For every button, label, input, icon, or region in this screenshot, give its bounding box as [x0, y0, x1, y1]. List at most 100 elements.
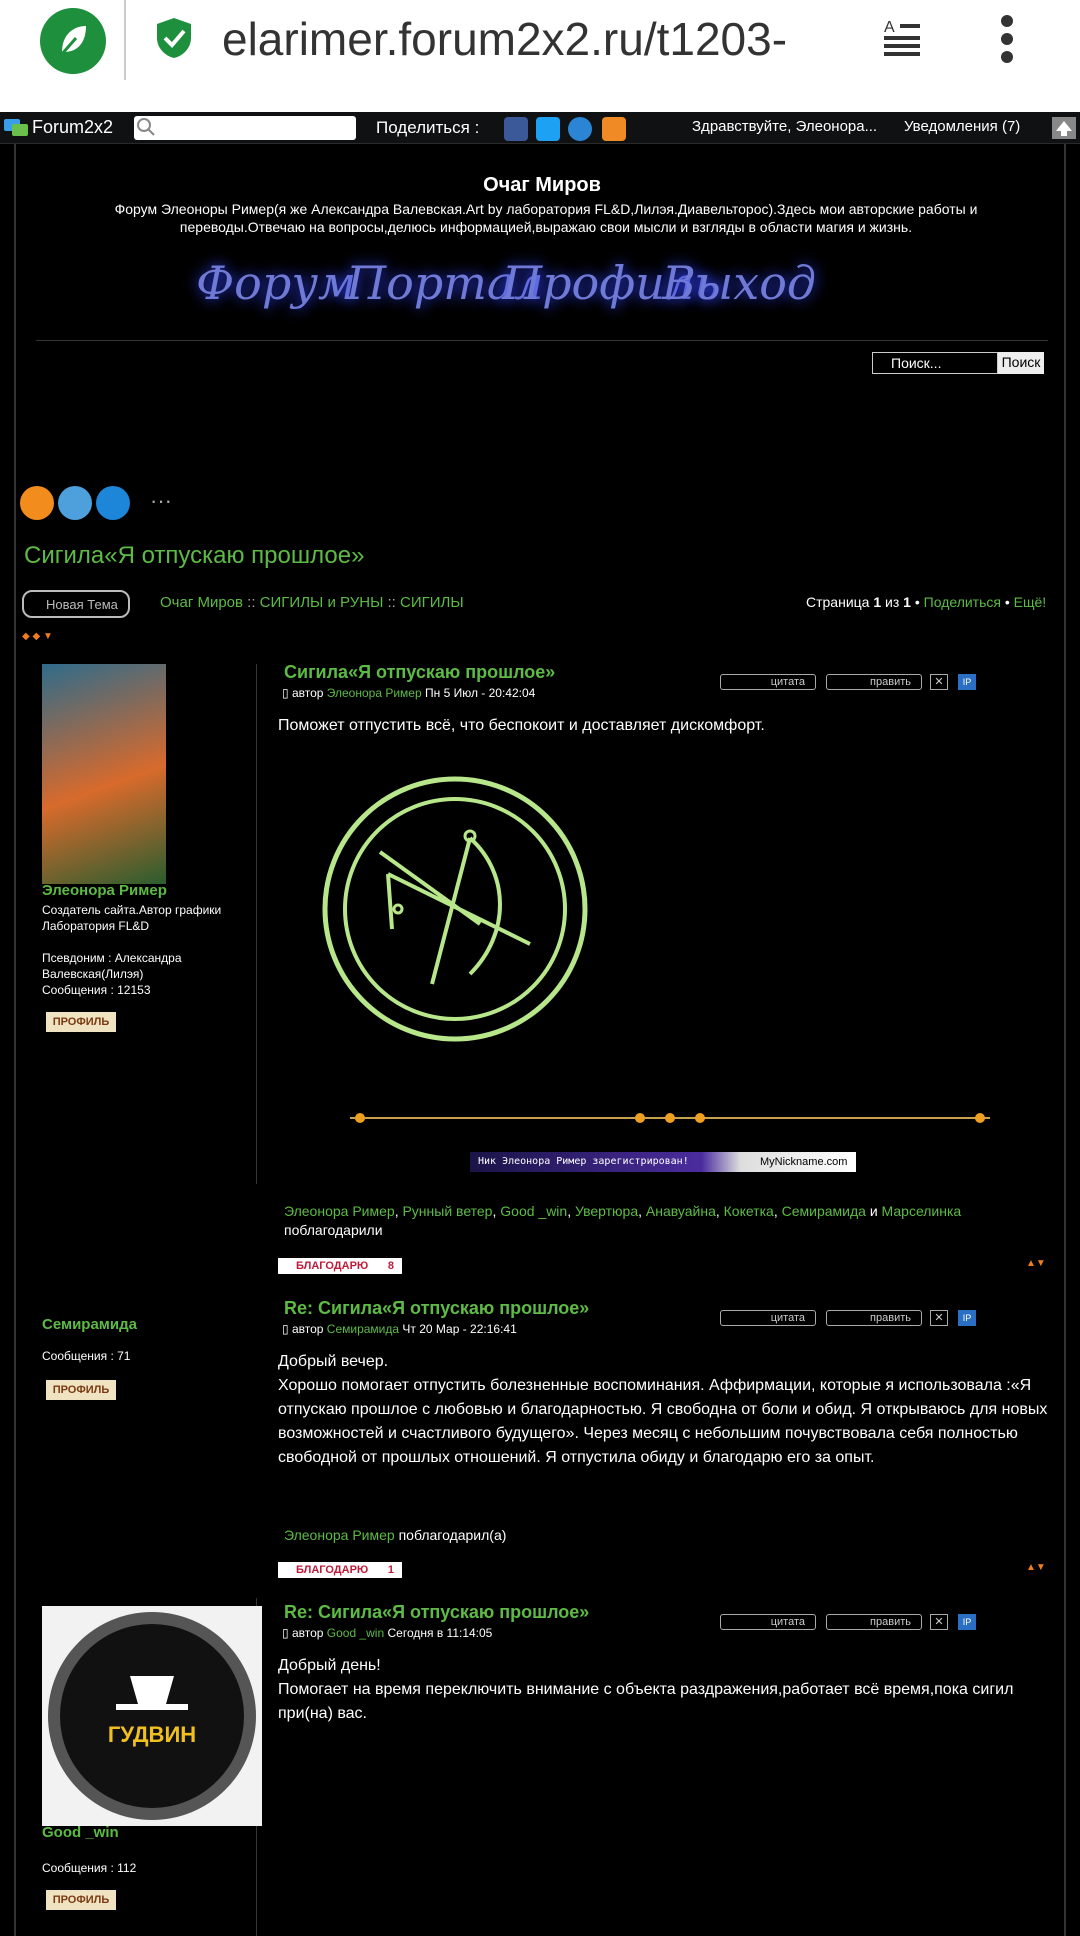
quote-button[interactable]: цитата — [720, 1614, 816, 1630]
author-name[interactable]: Элеонора Ример — [42, 882, 167, 899]
search-button[interactable]: Поиск — [998, 352, 1044, 374]
thanks-user[interactable]: Кокетка — [724, 1203, 774, 1219]
profile-button[interactable]: ПРОФИЛЬ — [46, 1380, 116, 1400]
breadcrumb-home[interactable]: Очаг Миров — [160, 594, 243, 611]
breadcrumb: Очаг Миров :: СИГИЛЫ и РУНЫ :: СИГИЛЫ — [160, 594, 464, 611]
thanks-label: БЛАГОДАРЮ — [296, 1260, 369, 1272]
post-date: Пн 5 Июл - 20:42:04 — [425, 686, 536, 700]
quote-button[interactable]: цитата — [720, 674, 816, 690]
forum-search-input[interactable]: Поиск... — [872, 352, 998, 374]
author-name[interactable]: Good _win — [42, 1824, 119, 1841]
breadcrumb-forum[interactable]: СИГИЛЫ — [400, 594, 464, 611]
thanks-list: Элеонора Ример поблагодарил(а) — [284, 1526, 1044, 1545]
thanks-user[interactable]: Марселинка — [882, 1203, 962, 1219]
profile-button[interactable]: ПРОФИЛЬ — [46, 1890, 116, 1910]
post-divider — [256, 664, 257, 1184]
post-body: Поможет отпустить всё, что беспокоит и д… — [278, 717, 765, 734]
site-description: Форум Элеоноры Ример(я же Александра Вал… — [114, 201, 978, 235]
menu-forum[interactable]: Форум — [196, 256, 356, 310]
delete-icon[interactable]: ✕ — [930, 1614, 948, 1630]
forum2x2-logo-icon[interactable] — [4, 117, 28, 137]
more-link[interactable]: Ещё! — [1014, 594, 1047, 610]
author-post-count: Сообщения : 112 — [42, 1861, 137, 1875]
author-rank: Создатель сайта.Автор графики Лаборатори… — [42, 903, 222, 933]
facebook-icon[interactable] — [504, 117, 528, 141]
rss-icon[interactable] — [602, 117, 626, 141]
post-line: Добрый день! — [278, 1657, 381, 1674]
toolbar-search-input[interactable] — [134, 116, 356, 140]
breadcrumb-category[interactable]: СИГИЛЫ и РУНЫ — [260, 594, 384, 611]
thanks-label: БЛАГОДАРЮ — [296, 1564, 369, 1576]
post-nav-arrows-icon[interactable]: ▲▼ — [1026, 1258, 1046, 1269]
thanks-user[interactable]: Рунный ветер — [402, 1203, 492, 1219]
toolbar-divider — [124, 0, 126, 80]
author-avatar[interactable] — [42, 664, 166, 884]
reader-mode-icon[interactable]: A — [878, 16, 926, 60]
ip-button[interactable]: IP — [958, 1310, 976, 1326]
nav-arrows-icon[interactable]: ◆ ◆ ▼ — [22, 631, 53, 642]
forum2x2-link[interactable]: Forum2x2 — [32, 117, 113, 138]
url-bar[interactable]: elarimer.forum2x2.ru/t1203- — [222, 12, 842, 66]
thanks-list: Элеонора Ример, Рунный ветер, Good _win,… — [284, 1203, 962, 1238]
post-title[interactable]: Re: Сигила«Я отпускаю прошлое» — [284, 1298, 589, 1319]
odnoklassniki-icon[interactable] — [20, 486, 54, 520]
post-author-link[interactable]: Элеонора Ример — [327, 686, 422, 700]
post-author-link[interactable]: Good _win — [327, 1626, 384, 1640]
thanks-user[interactable]: Good _win — [500, 1203, 567, 1219]
post-meta: ▯ автор Семирамида Чт 20 Мар - 22:16:41 — [282, 1322, 517, 1336]
leaf-icon[interactable] — [40, 8, 106, 74]
meta-prefix: автор — [291, 1322, 324, 1336]
page-of: из — [885, 594, 900, 610]
goodwin-logo: ГУДВИН — [48, 1612, 256, 1820]
telegram-icon[interactable] — [58, 486, 92, 520]
author-post-count: Сообщения : 12153 — [42, 983, 151, 997]
thanks-user[interactable]: Семирамида — [782, 1203, 866, 1219]
email-icon[interactable] — [568, 117, 592, 141]
scroll-top-icon[interactable] — [1052, 117, 1076, 139]
author-alias: Псевдоним : Александра Валевская(Лилэя) — [42, 951, 182, 981]
thanks-user[interactable]: Анавуайна — [646, 1203, 716, 1219]
nickname-text: Ник Элеонора Ример зарегистрирован! — [478, 1156, 689, 1167]
greeting-link[interactable]: Здравствуйте, Элеонора... — [692, 118, 877, 135]
delete-icon[interactable]: ✕ — [930, 674, 948, 690]
menu-logout[interactable]: Выход — [662, 256, 816, 310]
notifications-link[interactable]: Уведомления (7) — [904, 118, 1020, 135]
thanks-user[interactable]: Увертюра — [575, 1203, 638, 1219]
post-author-link[interactable]: Семирамида — [327, 1322, 399, 1336]
delete-icon[interactable]: ✕ — [930, 1310, 948, 1326]
thanks-button[interactable]: БЛАГОДАРЮ 8 — [278, 1258, 402, 1274]
post-title[interactable]: Сигила«Я отпускаю прошлое» — [284, 662, 555, 683]
quote-button[interactable]: цитата — [720, 1310, 816, 1326]
thanks-user[interactable]: Элеонора Ример — [284, 1203, 395, 1219]
author-name[interactable]: Семирамида — [42, 1316, 137, 1333]
ip-button[interactable]: IP — [958, 674, 976, 690]
author-avatar[interactable]: ГУДВИН — [42, 1606, 262, 1826]
thanks-button[interactable]: БЛАГОДАРЮ 1 — [278, 1562, 402, 1578]
new-topic-button[interactable]: Новая Тема — [22, 590, 130, 618]
svg-text:A: A — [884, 19, 895, 36]
thanks-suffix: поблагодарил(а) — [398, 1527, 507, 1543]
menu-kebab-icon[interactable] — [998, 14, 1016, 64]
edit-button[interactable]: править — [826, 1614, 922, 1630]
ip-button[interactable]: IP — [958, 1614, 976, 1630]
share-label: Поделиться : — [376, 118, 480, 137]
author-post-count: Сообщения : 71 — [42, 1349, 131, 1363]
edit-button[interactable]: править — [826, 1310, 922, 1326]
more-share-icon[interactable]: ··· — [150, 488, 172, 514]
edit-button[interactable]: править — [826, 674, 922, 690]
thanks-user[interactable]: Элеонора Ример — [284, 1527, 395, 1543]
nickname-banner[interactable]: Ник Элеонора Ример зарегистрирован! MyNic… — [470, 1152, 856, 1172]
profile-button[interactable]: ПРОФИЛЬ — [46, 1012, 116, 1032]
meta-prefix: автор — [291, 1626, 324, 1640]
browser-toolbar: elarimer.forum2x2.ru/t1203- A — [0, 0, 1080, 112]
share-link[interactable]: Поделиться — [924, 594, 1001, 610]
secure-shield-icon[interactable] — [154, 16, 194, 60]
post-meta: ▯ автор Элеонора Ример Пн 5 Июл - 20:42:… — [282, 686, 536, 700]
post-meta: ▯ автор Good _win Сегодня в 11:14:05 — [282, 1626, 493, 1640]
post-nav-arrows-icon[interactable]: ▲▼ — [1026, 1562, 1046, 1573]
thanks-count: 8 — [387, 1260, 394, 1272]
page-current: 1 — [873, 594, 882, 610]
moimir-icon[interactable] — [96, 486, 130, 520]
post-title[interactable]: Re: Сигила«Я отпускаю прошлое» — [284, 1602, 589, 1623]
twitter-icon[interactable] — [536, 117, 560, 141]
